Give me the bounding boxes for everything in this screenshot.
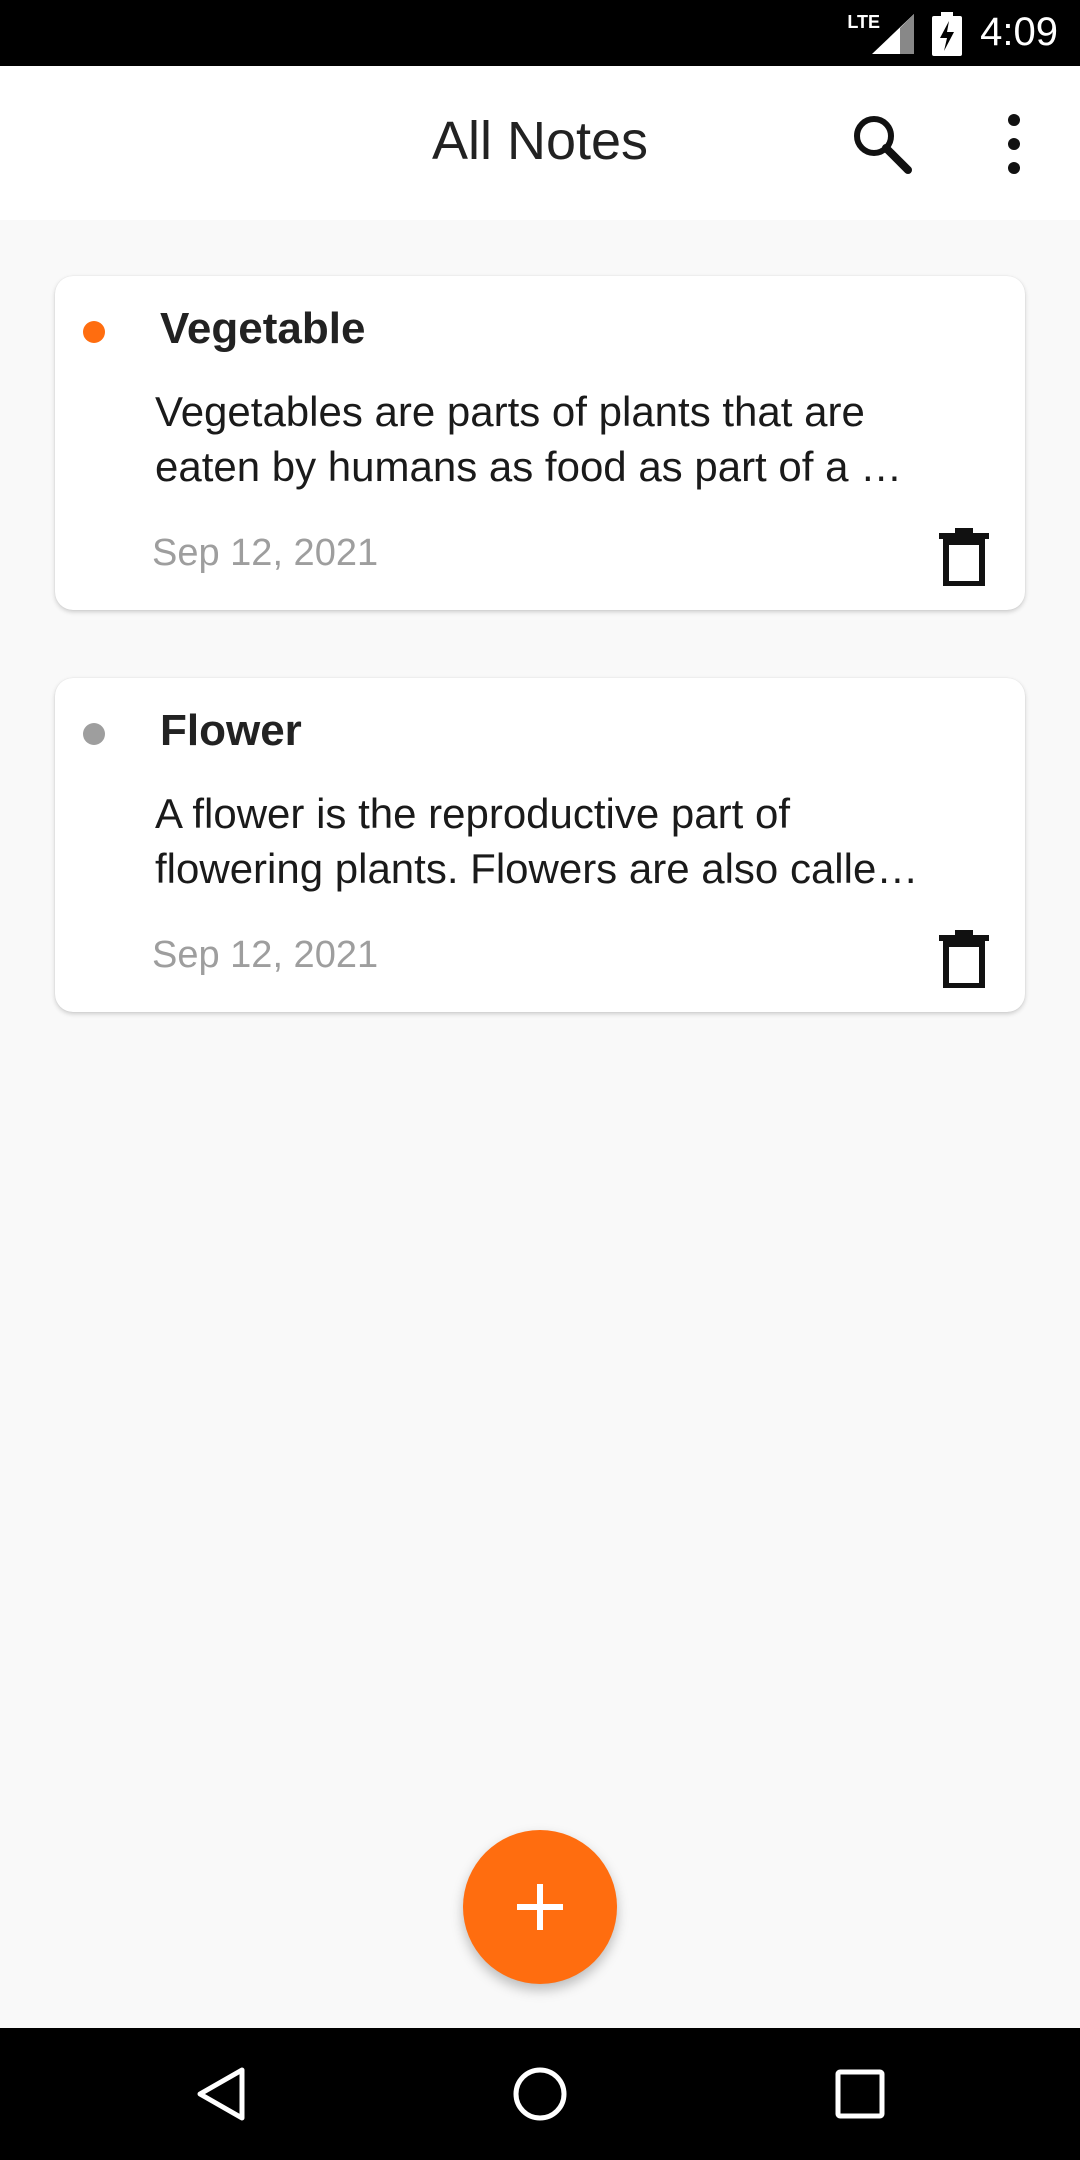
trash-icon (939, 528, 989, 587)
note-body: A flower is the reproductive part of flo… (155, 786, 1010, 896)
delete-note-button[interactable] (935, 928, 993, 989)
app-bar: All Notes (0, 66, 1080, 220)
note-color-dot (83, 723, 105, 745)
delete-note-button[interactable] (935, 526, 993, 587)
note-title: Flower (160, 706, 302, 755)
note-title: Vegetable (160, 304, 366, 353)
note-body-line: eaten by humans as food as part of a … (155, 443, 903, 490)
recents-button[interactable] (830, 2064, 890, 2124)
home-button[interactable] (510, 2064, 570, 2124)
clock: 4:09 (980, 10, 1058, 54)
page-title: All Notes (431, 111, 649, 171)
more-options-button[interactable] (990, 110, 1038, 178)
note-date: Sep 12, 2021 (152, 934, 379, 976)
cell-signal-icon (872, 14, 914, 54)
trash-icon (939, 930, 989, 989)
note-date: Sep 12, 2021 (152, 532, 379, 574)
note-body-line: A flower is the reproductive part of (155, 790, 790, 837)
note-body-line: flowering plants. Flowers are also calle… (155, 845, 919, 892)
plus-icon (517, 1884, 563, 1930)
system-nav-bar (0, 2028, 1080, 2160)
add-note-button[interactable] (463, 1830, 617, 1984)
back-button[interactable] (192, 2064, 252, 2124)
search-icon (854, 116, 912, 174)
search-button[interactable] (848, 110, 916, 178)
more-vert-icon (1008, 114, 1020, 174)
note-card[interactable]: Vegetable Vegetables are parts of plants… (55, 276, 1025, 610)
back-triangle-icon (197, 2067, 245, 2121)
note-body-line: Vegetables are parts of plants that are (155, 388, 865, 435)
recents-square-icon (835, 2069, 885, 2119)
status-bar: LTE 4:09 (0, 0, 1080, 66)
note-color-dot (83, 321, 105, 343)
note-body: Vegetables are parts of plants that are … (155, 384, 1010, 494)
note-card[interactable]: Flower A flower is the reproductive part… (55, 678, 1025, 1012)
battery-charging-icon (932, 12, 962, 56)
home-circle-icon (513, 2067, 567, 2121)
